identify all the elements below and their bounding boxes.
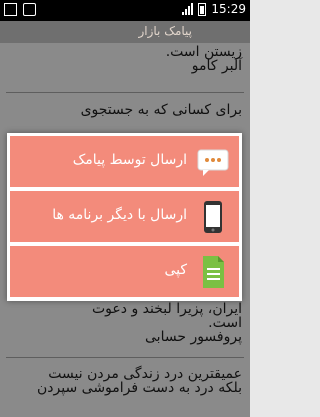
- smartphone-icon: [195, 199, 231, 235]
- divider: [6, 357, 244, 358]
- notification-icon: [4, 3, 17, 16]
- list-item[interactable]: عمیقترین درد زندگی مردن نیست بلکه درد به…: [0, 367, 250, 395]
- quote-line: بلکه درد به دست فراموشی سپردن: [37, 380, 242, 396]
- send-sms-label: ارسال توسط پیامک: [72, 152, 187, 168]
- send-other-apps-label: ارسال با دیگر برنامه ها: [52, 207, 187, 223]
- list-item[interactable]: برای کسانی که به جستجوی: [0, 103, 250, 117]
- quote-line: عمیقترین درد زندگی مردن نیست: [48, 366, 242, 382]
- copy-button[interactable]: کپی: [10, 246, 239, 297]
- app-title: پیامک بازار: [138, 24, 192, 38]
- signal-icon: [182, 3, 194, 15]
- document-copy-icon: [195, 254, 231, 290]
- quote-line: است.: [208, 315, 242, 331]
- divider: [6, 92, 244, 93]
- quote-line: ایران، پزیرا لبخند و دعوت: [92, 301, 242, 317]
- list-item[interactable]: ایران، پزیرا لبخند و دعوت است. پروفسور ح…: [0, 302, 250, 344]
- quote-line: برای کسانی که به جستجوی: [80, 102, 242, 118]
- quote-author: آلبر کامو: [191, 58, 242, 74]
- usb-icon: [23, 3, 36, 16]
- list-item[interactable]: زیستن است. آلبر کامو: [0, 45, 250, 73]
- status-time: 15:29: [211, 2, 246, 16]
- quote-author: پروفسور حسابی: [145, 329, 242, 345]
- send-other-apps-button[interactable]: ارسال با دیگر برنامه ها: [10, 191, 239, 242]
- battery-icon: [198, 2, 207, 16]
- copy-label: کپی: [164, 262, 187, 278]
- quote-line: زیستن است.: [165, 44, 242, 60]
- send-sms-button[interactable]: ارسال توسط پیامک: [10, 136, 239, 187]
- app-title-bar: پیامک بازار: [0, 21, 250, 43]
- sms-chat-icon: [195, 144, 231, 180]
- status-bar: 15:29: [0, 0, 250, 21]
- share-dialog: ارسال توسط پیامک ارسال با دیگر برنامه ها…: [7, 133, 242, 301]
